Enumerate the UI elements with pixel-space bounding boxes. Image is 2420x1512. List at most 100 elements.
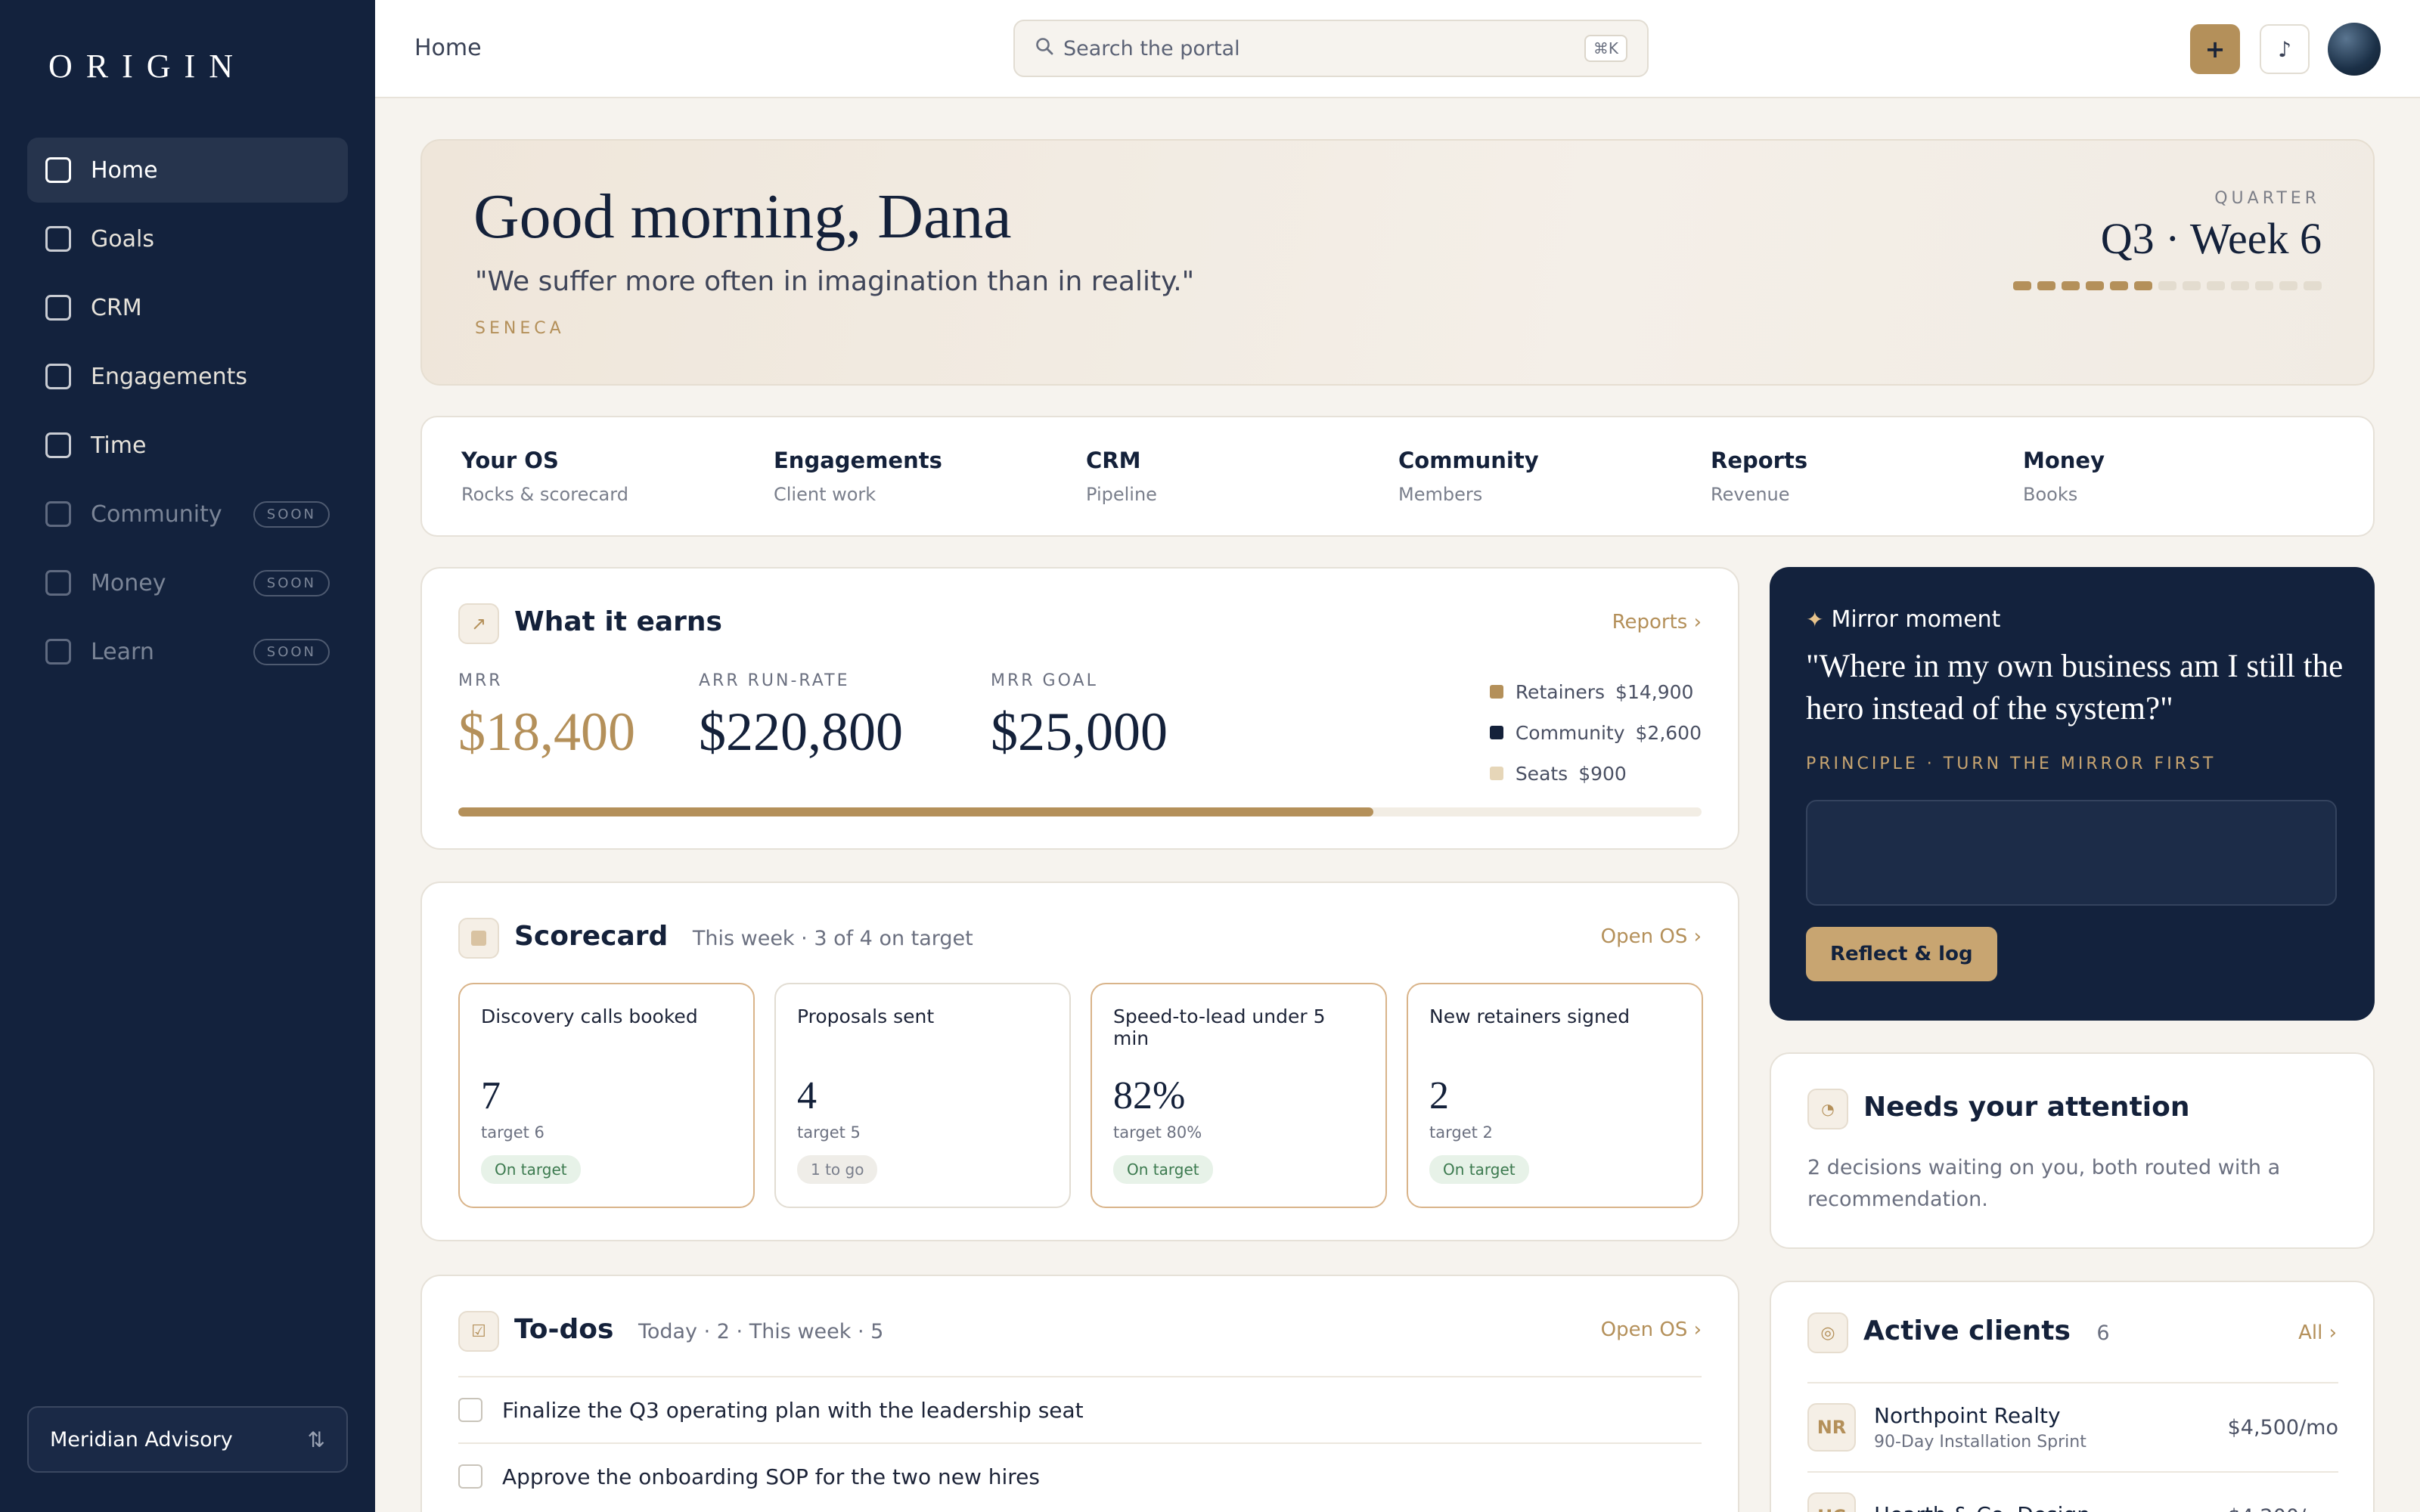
breadcrumb[interactable]: Home xyxy=(414,35,482,61)
greeting: Good morning, Dana xyxy=(473,181,1012,252)
week-dot xyxy=(2304,281,2322,290)
quicknav-title: Engagements xyxy=(774,448,942,473)
soon-badge: SOON xyxy=(253,569,330,596)
money-icon xyxy=(45,570,71,596)
card-title: To-dos Today · 2 · This week · 5 xyxy=(514,1314,883,1345)
sidebar-item-learn[interactable]: Learn SOON xyxy=(27,619,348,684)
all-clients-link[interactable]: All › xyxy=(2298,1321,2337,1344)
reports-link[interactable]: Reports › xyxy=(1612,611,1702,634)
mirror-quote: "Where in my own business am I still the… xyxy=(1806,649,2344,727)
swap-icon: ⇅ xyxy=(307,1427,325,1452)
card-title: Active clients 6 xyxy=(1863,1315,2110,1346)
mrr-goal-progress xyxy=(458,807,1702,816)
sidebar-item-time[interactable]: Time xyxy=(27,413,348,478)
open-os-link[interactable]: Open OS › xyxy=(1601,1318,1702,1341)
checkbox-icon: ☑ xyxy=(458,1311,499,1352)
score-tile[interactable]: Proposals sent 4 target 5 1 to go xyxy=(774,983,1071,1208)
sidebar-item-crm[interactable]: CRM xyxy=(27,275,348,340)
sidebar-item-engagements[interactable]: Engagements xyxy=(27,344,348,409)
status-badge: On target xyxy=(1429,1155,1529,1184)
quicknav-engagements[interactable]: Engagements Client work xyxy=(774,448,942,505)
score-tile[interactable]: New retainers signed 2 target 2 On targe… xyxy=(1407,983,1703,1208)
week-progress xyxy=(2013,281,2322,290)
sidebar: ORIGIN Home Goals CRM Engagements Time C… xyxy=(0,0,375,1512)
quarter-value: Q3 · Week 6 xyxy=(2100,214,2322,263)
crm-icon xyxy=(45,295,71,321)
metric-value: $25,000 xyxy=(991,702,1168,762)
week-dot xyxy=(2183,281,2201,290)
client-name: Northpoint Realty xyxy=(1874,1403,2061,1428)
tile-name: Speed-to-lead under 5 min xyxy=(1113,1005,1326,1049)
attention-title: Needs your attention xyxy=(1863,1092,2190,1123)
legend-swatch xyxy=(1489,726,1503,739)
client-row[interactable]: NR Northpoint Realty 90-Day Installation… xyxy=(1807,1382,2338,1471)
search-icon xyxy=(1035,36,1054,61)
score-tile[interactable]: Discovery calls booked 7 target 6 On tar… xyxy=(458,983,755,1208)
progress-fill xyxy=(458,807,1373,816)
quicknav-title: Your OS xyxy=(461,448,559,473)
quicknav-community[interactable]: Community Members xyxy=(1398,448,1539,505)
search-shortcut: ⌘K xyxy=(1584,35,1627,62)
quicknav-reports[interactable]: Reports Revenue xyxy=(1711,448,1807,505)
engagements-icon xyxy=(45,364,71,389)
revenue-legend: Retainers $14,900 Community $2,600 Seats… xyxy=(1489,671,1702,794)
sidebar-item-goals[interactable]: Goals xyxy=(27,206,348,271)
quicknav-sub: Pipeline xyxy=(1086,484,1157,505)
quicknav-sub: Client work xyxy=(774,484,876,505)
status-badge: On target xyxy=(481,1155,581,1184)
logo: ORIGIN xyxy=(48,48,247,85)
quote-author: SENECA xyxy=(475,319,565,338)
open-os-link[interactable]: Open OS › xyxy=(1601,925,1702,948)
legend-swatch xyxy=(1489,767,1503,780)
week-dot xyxy=(2279,281,2297,290)
tile-value: 7 xyxy=(481,1074,501,1117)
target-icon: ◎ xyxy=(1807,1312,1848,1353)
sidebar-item-community[interactable]: Community SOON xyxy=(27,482,348,547)
sidebar-item-money[interactable]: Money SOON xyxy=(27,550,348,615)
community-icon xyxy=(45,501,71,527)
client-amount: $4,500/mo xyxy=(2227,1415,2338,1439)
mrr-metric: MRR $18,400 xyxy=(458,671,635,764)
tile-value: 82% xyxy=(1113,1074,1186,1117)
workspace-switcher[interactable]: Meridian Advisory ⇅ xyxy=(27,1406,348,1473)
tile-value: 4 xyxy=(797,1074,817,1117)
score-tile[interactable]: Speed-to-lead under 5 min 82% target 80%… xyxy=(1091,983,1387,1208)
sidebar-item-label: Time xyxy=(91,432,147,459)
quicknav-sub: Members xyxy=(1398,484,1483,505)
quick-nav: Your OS Rocks & scorecard Engagements Cl… xyxy=(420,416,2375,537)
todo-checkbox[interactable] xyxy=(458,1464,482,1489)
client-initials: NR xyxy=(1807,1403,1856,1452)
quicknav-money[interactable]: Money Books xyxy=(2023,448,2105,505)
search-input[interactable]: Search the portal ⌘K xyxy=(1013,20,1649,77)
client-initials: HC xyxy=(1807,1492,1856,1512)
add-button[interactable]: + xyxy=(2190,24,2240,74)
week-dot xyxy=(2110,281,2128,290)
reflect-log-button[interactable]: Reflect & log xyxy=(1806,927,1997,981)
learn-icon xyxy=(45,639,71,665)
avatar[interactable] xyxy=(2328,23,2381,76)
quicknav-crm[interactable]: CRM Pipeline xyxy=(1086,448,1157,505)
sidebar-item-home[interactable]: Home xyxy=(27,138,348,203)
week-dot xyxy=(2207,281,2225,290)
scorecard-subtitle: This week · 3 of 4 on target xyxy=(692,927,973,950)
legend-item: Retainers $14,900 xyxy=(1489,671,1702,712)
client-program: 90-Day Installation Sprint xyxy=(1874,1433,2086,1452)
quicknav-your-os[interactable]: Your OS Rocks & scorecard xyxy=(461,448,628,505)
tile-name: Proposals sent xyxy=(797,1005,935,1027)
home-icon xyxy=(45,157,71,183)
quarter-label: QUARTER xyxy=(2214,189,2320,208)
legend-name: Community xyxy=(1515,721,1625,744)
todo-checkbox[interactable] xyxy=(458,1398,482,1422)
mirror-card: ✦ Mirror moment "Where in my own busines… xyxy=(1770,567,2375,1021)
legend-name: Seats xyxy=(1515,762,1568,785)
sidebar-item-label: Community xyxy=(91,500,222,528)
client-row[interactable]: HC Hearth & Co. Design $4,200/mo xyxy=(1807,1471,2338,1512)
earnings-card: ↗ What it earns Reports › MRR $18,400 AR… xyxy=(420,567,1739,850)
metric-label: ARR RUN-RATE xyxy=(699,671,850,690)
quicknav-title: Community xyxy=(1398,448,1539,473)
reflection-input[interactable] xyxy=(1806,800,2337,906)
mirror-title: Mirror moment xyxy=(1831,606,2001,633)
clients-title: Active clients xyxy=(1863,1315,2071,1346)
music-button[interactable]: ♪ xyxy=(2260,24,2310,74)
quicknav-sub: Revenue xyxy=(1711,484,1790,505)
